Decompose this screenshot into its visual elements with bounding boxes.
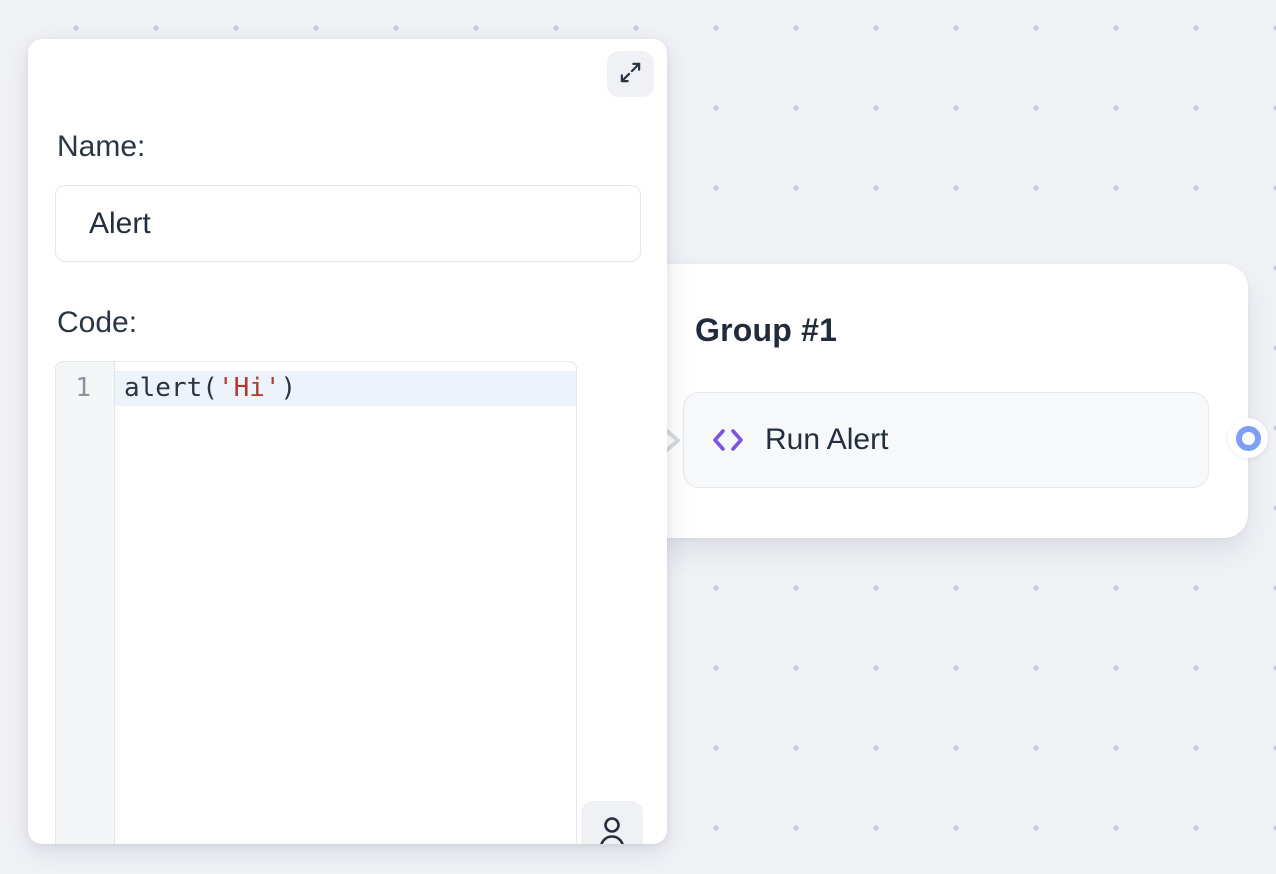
name-input[interactable] bbox=[55, 185, 641, 262]
node-editor-panel: Name: Code: 1 alert('Hi') bbox=[28, 39, 667, 844]
user-icon bbox=[597, 814, 627, 844]
editor-gutter: 1 bbox=[56, 362, 115, 844]
group-card[interactable]: Group #1 Run Alert bbox=[646, 264, 1248, 538]
output-handle-dot bbox=[1236, 426, 1261, 451]
node-label: Run Alert bbox=[765, 423, 888, 457]
code-label: Code: bbox=[57, 305, 137, 341]
code-token-string: 'Hi' bbox=[218, 373, 281, 403]
expand-button[interactable] bbox=[607, 51, 654, 97]
name-label: Name: bbox=[57, 129, 145, 165]
output-handle[interactable] bbox=[1228, 418, 1268, 458]
code-token-default: alert( bbox=[124, 373, 218, 403]
code-token-default: ) bbox=[281, 373, 297, 403]
code-line: alert('Hi') bbox=[115, 371, 576, 406]
node-run-alert[interactable]: Run Alert bbox=[683, 392, 1209, 488]
user-button[interactable] bbox=[581, 801, 643, 844]
code-icon bbox=[712, 428, 744, 452]
expand-icon bbox=[619, 61, 642, 87]
group-title: Group #1 bbox=[695, 312, 837, 349]
editor-code-area[interactable]: alert('Hi') bbox=[115, 362, 576, 844]
code-editor[interactable]: 1 alert('Hi') bbox=[55, 361, 577, 844]
line-number: 1 bbox=[56, 371, 114, 406]
